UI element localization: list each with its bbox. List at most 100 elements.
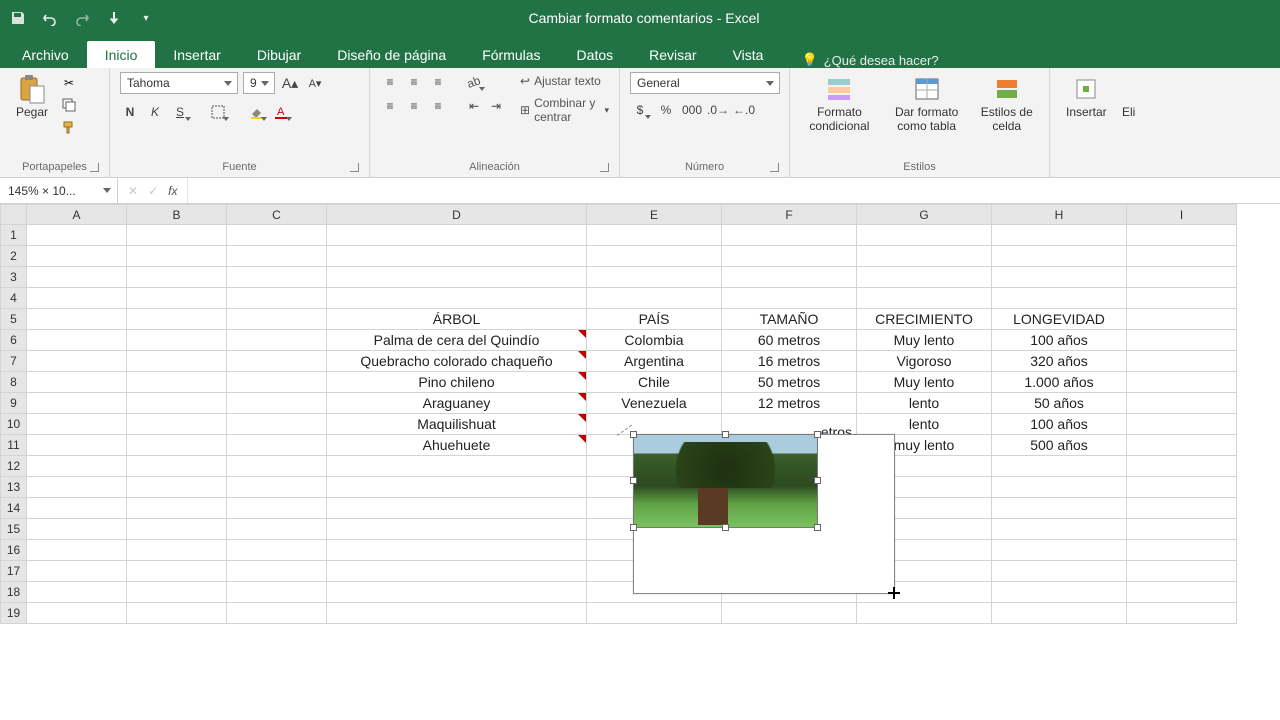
cell-A16[interactable] — [27, 540, 127, 561]
cell-I6[interactable] — [1127, 330, 1237, 351]
decrease-indent-icon[interactable]: ⇤ — [464, 96, 484, 116]
cell-D4[interactable] — [327, 288, 587, 309]
cell-B17[interactable] — [127, 561, 227, 582]
row-header-13[interactable]: 13 — [1, 477, 27, 498]
decrease-decimal-icon[interactable]: ←.0 — [734, 100, 754, 120]
redo-icon[interactable] — [72, 8, 92, 28]
cell-B7[interactable] — [127, 351, 227, 372]
cell-I18[interactable] — [1127, 582, 1237, 603]
row-header-11[interactable]: 11 — [1, 435, 27, 456]
cell-A13[interactable] — [27, 477, 127, 498]
cell-C15[interactable] — [227, 519, 327, 540]
enter-formula-icon[interactable]: ✓ — [148, 184, 158, 198]
format-as-table-button[interactable]: Dar formato como tabla — [885, 72, 969, 136]
increase-indent-icon[interactable]: ⇥ — [486, 96, 506, 116]
cell-C6[interactable] — [227, 330, 327, 351]
cell-D6[interactable]: Palma de cera del Quindío — [327, 330, 587, 351]
cell-F8[interactable]: 50 metros — [722, 372, 857, 393]
cell-D15[interactable] — [327, 519, 587, 540]
cell-C10[interactable] — [227, 414, 327, 435]
row-header-9[interactable]: 9 — [1, 393, 27, 414]
cell-C9[interactable] — [227, 393, 327, 414]
cell-styles-button[interactable]: Estilos de celda — [974, 72, 1039, 136]
cell-E19[interactable] — [587, 603, 722, 624]
qat-dropdown-icon[interactable]: ▾ — [136, 8, 156, 28]
cell-G2[interactable] — [857, 246, 992, 267]
cell-B8[interactable] — [127, 372, 227, 393]
cell-I16[interactable] — [1127, 540, 1237, 561]
cell-F2[interactable] — [722, 246, 857, 267]
undo-icon[interactable] — [40, 8, 60, 28]
cell-I13[interactable] — [1127, 477, 1237, 498]
cell-D9[interactable]: Araguaney — [327, 393, 587, 414]
col-header-E[interactable]: E — [587, 205, 722, 225]
cell-F6[interactable]: 60 metros — [722, 330, 857, 351]
cell-B9[interactable] — [127, 393, 227, 414]
cell-F1[interactable] — [722, 225, 857, 246]
cell-G1[interactable] — [857, 225, 992, 246]
cell-C13[interactable] — [227, 477, 327, 498]
format-painter-icon[interactable] — [60, 118, 78, 136]
font-name-dropdown[interactable]: Tahoma — [120, 72, 238, 94]
cell-A19[interactable] — [27, 603, 127, 624]
cell-D1[interactable] — [327, 225, 587, 246]
cell-A6[interactable] — [27, 330, 127, 351]
select-all-corner[interactable] — [1, 205, 27, 225]
cell-E4[interactable] — [587, 288, 722, 309]
cell-I10[interactable] — [1127, 414, 1237, 435]
cell-A12[interactable] — [27, 456, 127, 477]
cell-A10[interactable] — [27, 414, 127, 435]
cell-E9[interactable]: Venezuela — [587, 393, 722, 414]
cell-B12[interactable] — [127, 456, 227, 477]
formula-input[interactable] — [188, 178, 1280, 203]
tab-archivo[interactable]: Archivo — [4, 41, 87, 68]
cell-A8[interactable] — [27, 372, 127, 393]
row-header-10[interactable]: 10 — [1, 414, 27, 435]
orientation-icon[interactable]: ab — [464, 72, 484, 92]
cell-B6[interactable] — [127, 330, 227, 351]
col-header-B[interactable]: B — [127, 205, 227, 225]
tab-datos[interactable]: Datos — [559, 41, 632, 68]
cell-G10[interactable]: lento — [857, 414, 992, 435]
cell-D10[interactable]: Maquilishuat — [327, 414, 587, 435]
cell-H7[interactable]: 320 años — [992, 351, 1127, 372]
cell-E7[interactable]: Argentina — [587, 351, 722, 372]
cell-C11[interactable] — [227, 435, 327, 456]
cell-G7[interactable]: Vigoroso — [857, 351, 992, 372]
cell-I5[interactable] — [1127, 309, 1237, 330]
cell-B11[interactable] — [127, 435, 227, 456]
cell-B15[interactable] — [127, 519, 227, 540]
cell-E8[interactable]: Chile — [587, 372, 722, 393]
cell-C18[interactable] — [227, 582, 327, 603]
col-header-H[interactable]: H — [992, 205, 1127, 225]
cell-F4[interactable] — [722, 288, 857, 309]
cell-H1[interactable] — [992, 225, 1127, 246]
cell-D19[interactable] — [327, 603, 587, 624]
cell-D2[interactable] — [327, 246, 587, 267]
tab-inicio[interactable]: Inicio — [87, 41, 156, 68]
align-right-icon[interactable]: ≡ — [428, 96, 448, 116]
tab-dibujar[interactable]: Dibujar — [239, 41, 319, 68]
cell-I14[interactable] — [1127, 498, 1237, 519]
tab-formulas[interactable]: Fórmulas — [464, 41, 558, 68]
col-header-A[interactable]: A — [27, 205, 127, 225]
cell-B4[interactable] — [127, 288, 227, 309]
cell-G3[interactable] — [857, 267, 992, 288]
cell-H10[interactable]: 100 años — [992, 414, 1127, 435]
row-header-17[interactable]: 17 — [1, 561, 27, 582]
cell-C2[interactable] — [227, 246, 327, 267]
cancel-formula-icon[interactable]: ✕ — [128, 184, 138, 198]
save-icon[interactable] — [8, 8, 28, 28]
cell-H11[interactable]: 500 años — [992, 435, 1127, 456]
cell-G6[interactable]: Muy lento — [857, 330, 992, 351]
spreadsheet-grid[interactable]: ABCDEFGHI12345ÁRBOLPAÍSTAMAÑOCRECIMIENTO… — [0, 204, 1280, 720]
cell-C17[interactable] — [227, 561, 327, 582]
cell-F5[interactable]: TAMAÑO — [722, 309, 857, 330]
align-left-icon[interactable]: ≡ — [380, 96, 400, 116]
cell-I8[interactable] — [1127, 372, 1237, 393]
col-header-F[interactable]: F — [722, 205, 857, 225]
row-header-2[interactable]: 2 — [1, 246, 27, 267]
decrease-font-icon[interactable]: A▾ — [305, 73, 325, 93]
col-header-I[interactable]: I — [1127, 205, 1237, 225]
cell-A18[interactable] — [27, 582, 127, 603]
